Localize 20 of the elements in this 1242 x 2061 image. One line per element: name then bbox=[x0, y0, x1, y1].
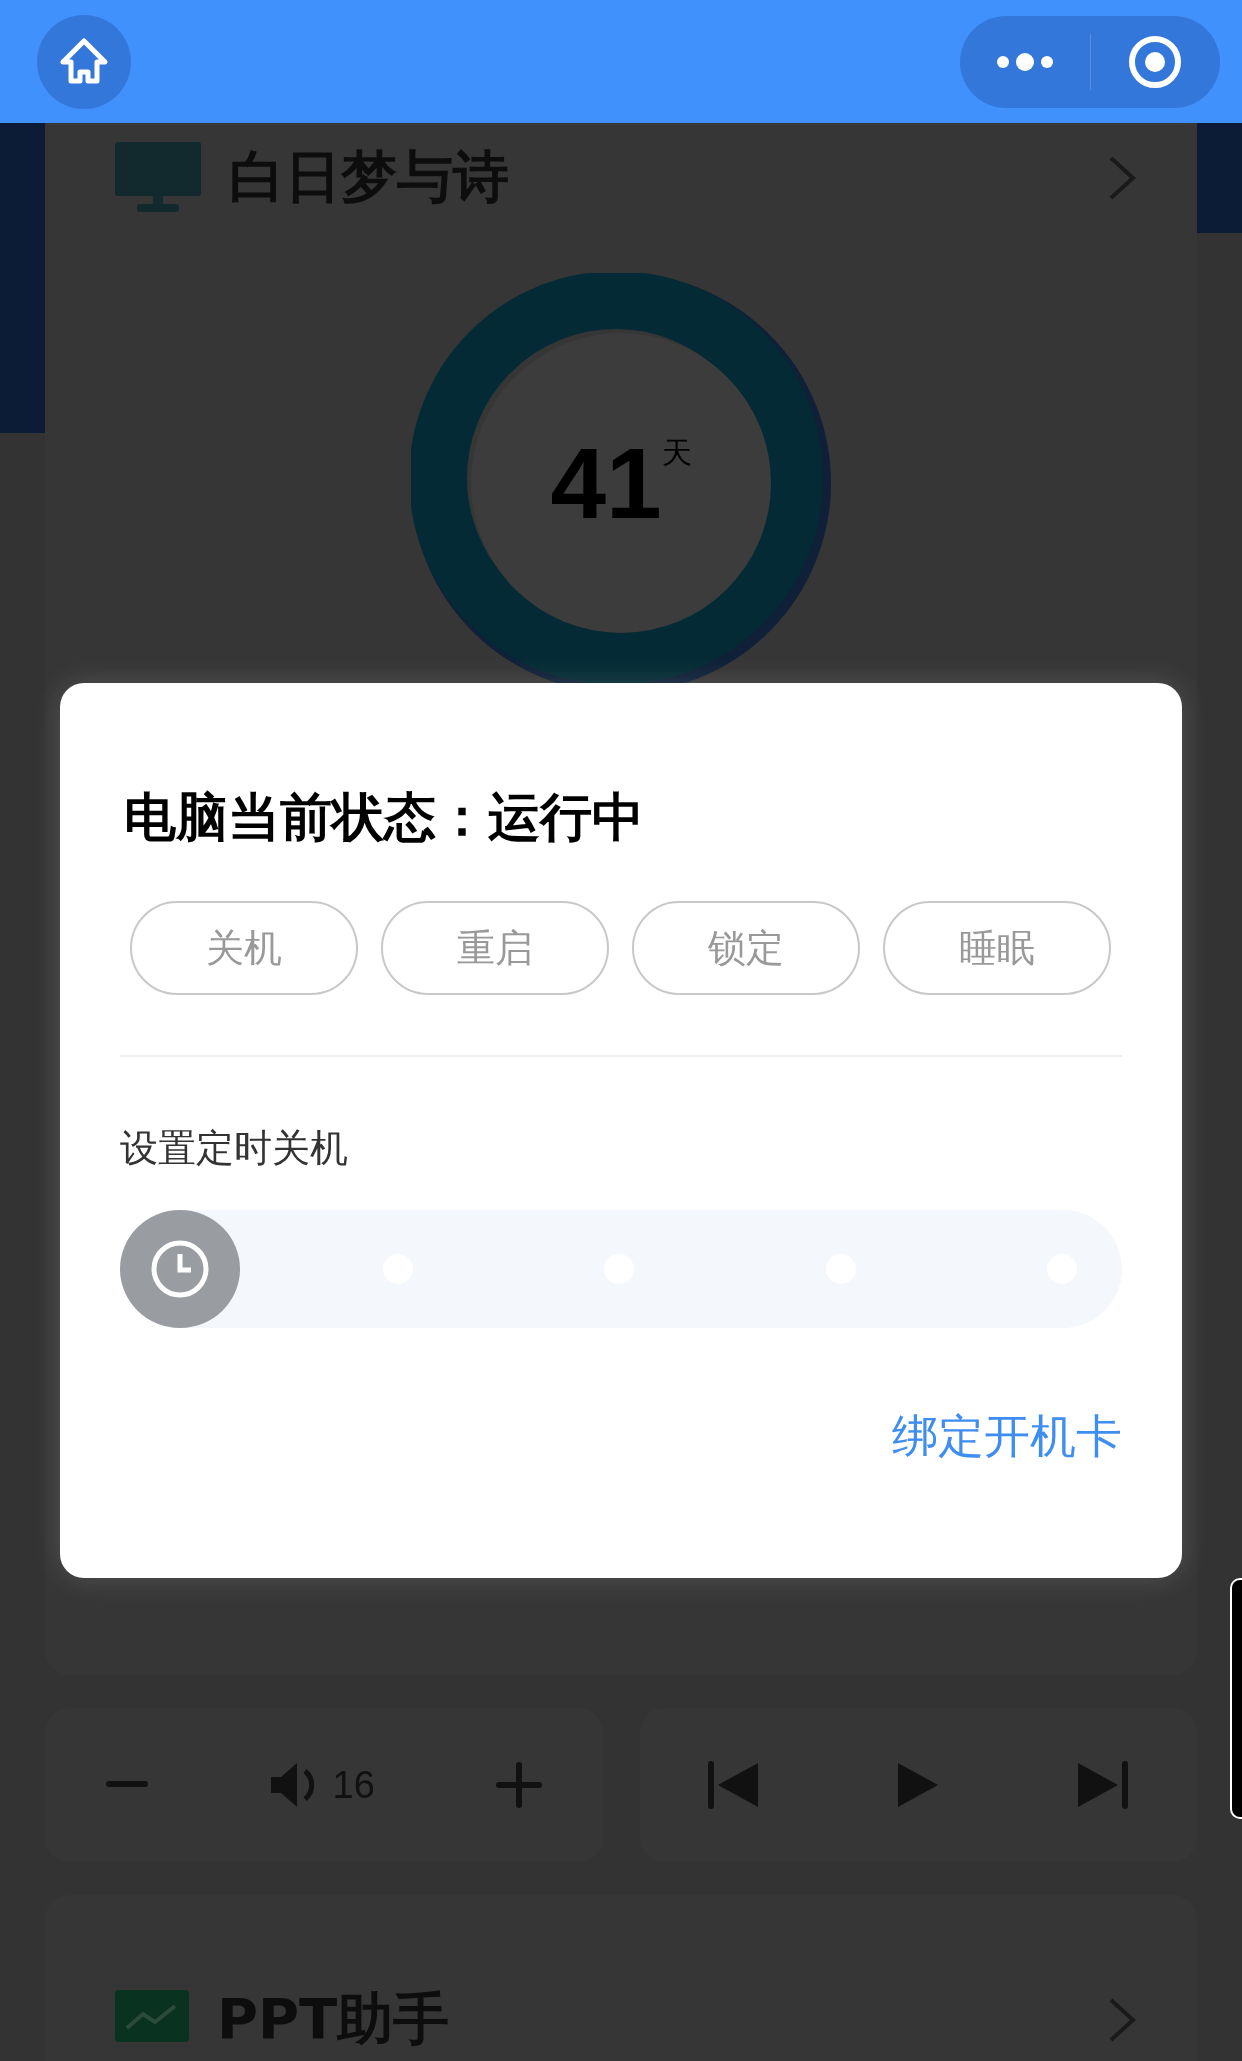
next-button[interactable] bbox=[1076, 1761, 1129, 1809]
volume-down-button[interactable] bbox=[105, 1781, 148, 1789]
chevron-icon[interactable] bbox=[1107, 1996, 1137, 2044]
dialog-title: 电脑当前状态：运行中 bbox=[124, 786, 645, 849]
side-handle[interactable] bbox=[1230, 1578, 1242, 1819]
days-unit: 天 bbox=[661, 434, 692, 472]
chevron-icon[interactable] bbox=[1107, 154, 1137, 202]
monitor-icon bbox=[115, 142, 201, 214]
action-button[interactable]: 重启 bbox=[381, 901, 609, 995]
days-count: 41 bbox=[550, 425, 662, 541]
target-icon[interactable] bbox=[1127, 33, 1184, 90]
volume-up-button[interactable] bbox=[495, 1762, 542, 1808]
action-button[interactable]: 关机 bbox=[130, 901, 358, 995]
bind-card-link[interactable]: 绑定开机卡 bbox=[892, 1406, 1122, 1468]
play-button[interactable] bbox=[898, 1761, 939, 1809]
action-button[interactable]: 锁定 bbox=[632, 901, 860, 995]
action-button[interactable]: 睡眠 bbox=[883, 901, 1111, 995]
previous-button[interactable] bbox=[708, 1761, 761, 1809]
timer-label: 设置定时关机 bbox=[120, 1125, 349, 1172]
more-icon[interactable] bbox=[994, 51, 1055, 72]
